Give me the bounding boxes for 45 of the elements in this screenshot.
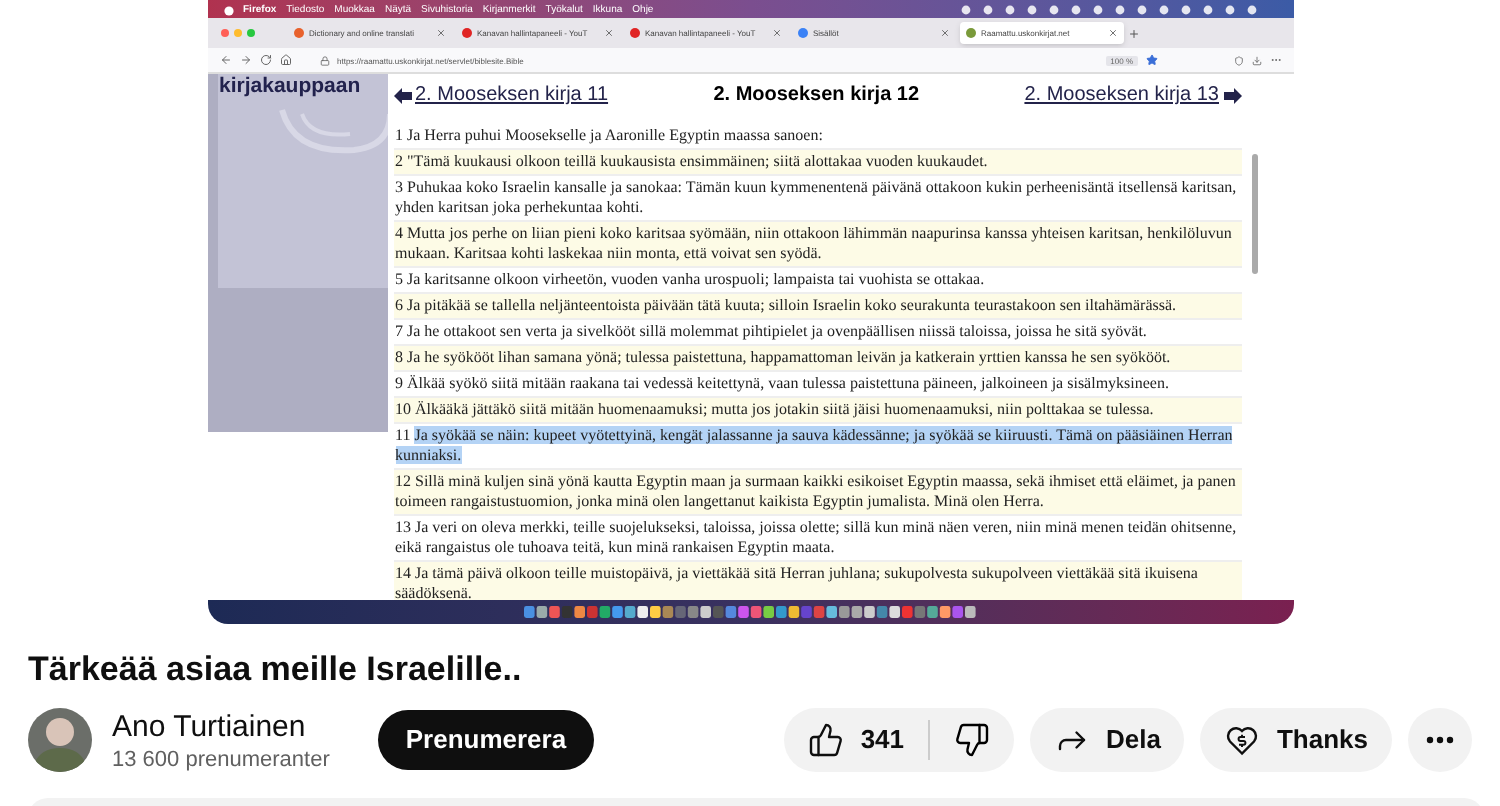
next-chapter-link[interactable]: 2. Mooseksen kirja 13 <box>1024 84 1241 108</box>
subscribe-button[interactable]: Prenumerera <box>377 710 595 770</box>
verse-text: 6 Ja pitäkää se tallella neljänteentoista päivään tätä kuuta; silloin Israelin koko seurakunta teurastakoon sen iltahämärässä. <box>393 294 1241 320</box>
share-button[interactable]: Dela <box>1030 708 1185 772</box>
window-controls-icon <box>219 28 255 38</box>
video-title: Tärkeää asiaa meille Israelille.. <box>26 648 524 692</box>
heart-dollar-icon <box>1224 722 1261 758</box>
lock-icon <box>319 55 329 65</box>
subscriber-count: 13 600 prenumeranter <box>112 745 330 773</box>
new-tab-icon[interactable] <box>1127 27 1139 39</box>
verse-text: 1 Ja Herra puhui Moosekselle ja Aaronille Egyptin maassa sanoen: <box>393 124 1241 150</box>
sidebar-heading[interactable]: kirjakauppaan <box>219 74 361 98</box>
right-arrow-icon <box>1223 88 1241 104</box>
thumbs-down-icon <box>954 722 991 758</box>
verse-text: 8 Ja he syökööt lihan samana yönä; tulessa paistettuna, happamattoman leivän ja katkerain yrttien kanssa he sen syökööt. <box>393 346 1241 372</box>
verse-text: 10 Älkääkä jättäkö siitä mitään huomenaamuksi; mutta jos jotakin siitä jäisi huomenaamuksi, niin polttakaa se tulessa. <box>393 398 1241 424</box>
verse-text: 5 Ja karitsanne olkoon virheetön, vuoden vanha urospuoli; lampaista tai vuohista se ottakaa. <box>393 268 1241 294</box>
verse-text: 2 "Tämä kuukausi olkoon teillä kuukausista ensimmäinen; siitä alottakaa vuoden kuukaudet. <box>393 150 1241 176</box>
verse-text: 12 Sillä minä kuljen sinä yönä kautta Egyptin maan ja surmaan kaikki esikoiset Egyptin maassa, sekä ihmiset että eläimet, ja panen toimeen rangaistustuomion, jonka minä olen langettanut kaikista Egyptin jumalista. Minä olen Herra. <box>393 470 1241 516</box>
verse-text: 11 Ja syökää se näin: kupeet vyötettyinä, kengät jalassanne ja sauva kädessänne; ja syökää se kiiruusti. Tämä on pääsiäinen Herran kunniaksi. <box>393 424 1241 470</box>
download-icon[interactable] <box>1251 55 1261 65</box>
shield-icon[interactable] <box>1233 55 1243 65</box>
channel-name[interactable]: Ano Turtiainen <box>112 707 330 745</box>
video-player[interactable] <box>207 0 1293 624</box>
verse-text: 4 Mutta jos perhe on liian pieni koko karitsaa syömään, niin ottakoon lähimmän naapurinsa kanssa yhteisen karitsan, henkilöluvun mukaan. Karitsaa kohti laskekaa niin monta, että voivat sen syödä. <box>393 222 1241 268</box>
verse-text: 3 Puhukaa koko Israelin kansalle ja sanokaa: Tämän kuun kymmenentenä päivänä ottakoon kukin perheenisäntä itsellensä karitsan, yhden karitsan joka perhekuntaa kohti. <box>393 176 1241 222</box>
avatar[interactable] <box>28 708 92 772</box>
forward-icon[interactable] <box>239 54 251 66</box>
verse-text: 9 Älkää syökö siitä mitään raakana tai vedessä keitettynä, vaan tulessa paistettuna päineen, jalkoineen ja sisälmyksineen. <box>393 372 1241 398</box>
verse-text: 7 Ja he ottakoot sen verta ja sivelkööt sillä molemmat pihtipielet ja ovenpäällisen niissä taloissa, joissa he sitä syövät. <box>393 320 1241 346</box>
back-icon[interactable] <box>219 54 231 66</box>
more-icon <box>1426 736 1454 744</box>
previous-chapter-link[interactable]: 2. Mooseksen kirja 11 <box>393 84 609 108</box>
verse-text: 14 Ja tämä päivä olkoon teille muistopäivä, ja viettäkää sitä Herran juhlana; sukupolvesta sukupolveen viettäkää sitä ikuisena säädöksenä. <box>393 562 1241 600</box>
like-button[interactable]: 341 <box>784 708 929 772</box>
scrollbar-thumb[interactable] <box>1252 154 1258 274</box>
more-button[interactable] <box>1408 708 1472 772</box>
bookmark-star-icon[interactable] <box>1145 54 1157 66</box>
thanks-button[interactable]: Thanks <box>1200 708 1392 772</box>
chapter-title: 2. Mooseksen kirja 12 <box>713 84 920 108</box>
home-icon[interactable] <box>279 54 291 66</box>
left-arrow-icon <box>393 88 411 104</box>
thumbs-up-icon <box>808 722 845 758</box>
verse-text: 13 Ja veri on oleva merkki, teille suojelukseksi, taloissa, joissa olette; sillä kun minä näen veren, niin minä menen teidän ohitsenne, eikä rangaistus ole tuhoava teitä, kun minä rankaisen Egyptin maata. <box>393 516 1241 562</box>
reload-icon[interactable] <box>259 54 271 66</box>
